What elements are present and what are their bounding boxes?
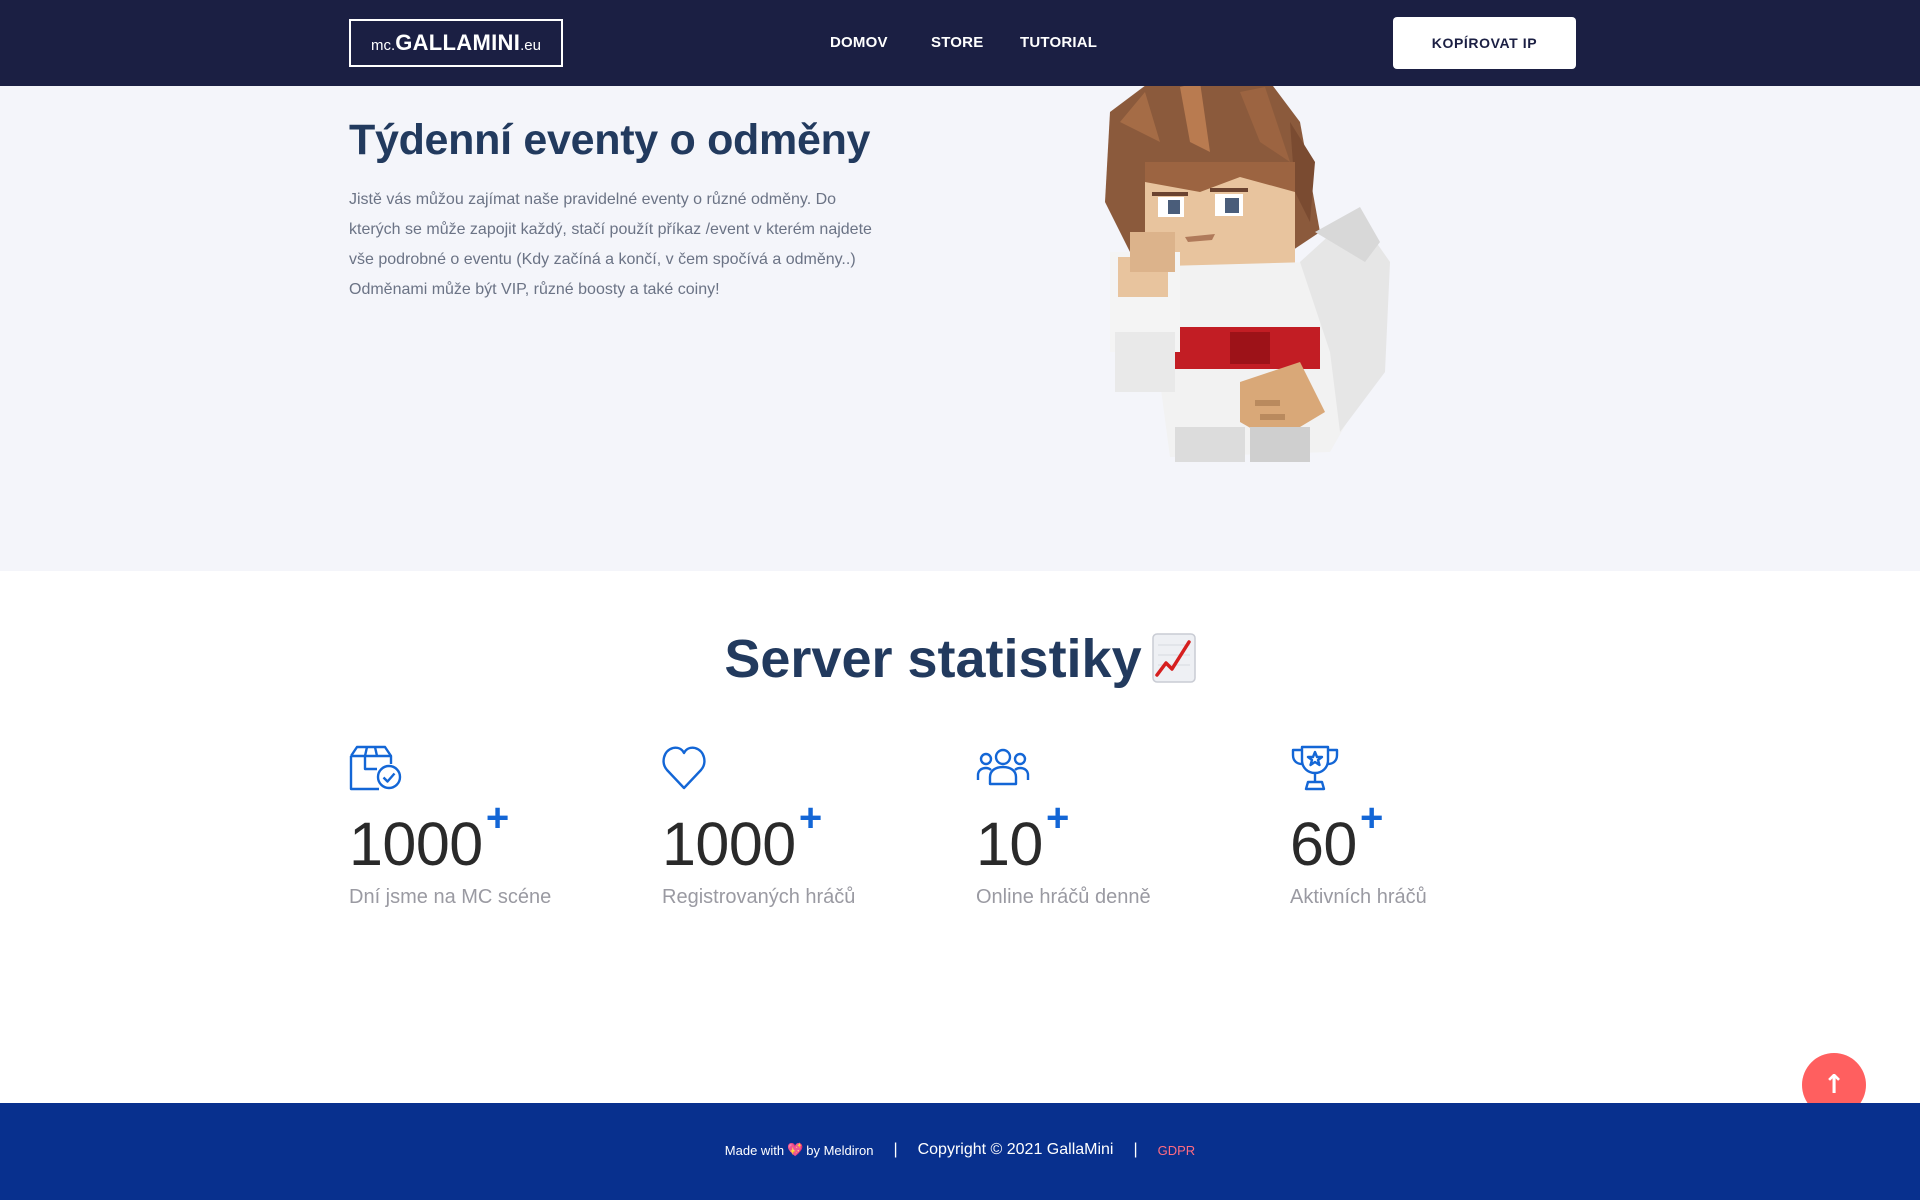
nav-link-domov[interactable]: DOMOV <box>830 34 888 51</box>
stat-days: 1000 + Dní jsme na MC scéne <box>349 744 649 909</box>
stat-days-plus: + <box>485 796 509 840</box>
footer: Made with 💖 by Meldiron | Copyright © 20… <box>0 1103 1920 1200</box>
main-nav: DOMOV STORE TUTORIAL <box>0 34 1920 54</box>
users-group-icon <box>976 748 1030 786</box>
stat-active-value: 60 + <box>1290 798 1383 875</box>
stat-online-plus: + <box>1046 796 1069 840</box>
stat-registered: 1000 + Registrovaných hráčů <box>662 744 962 909</box>
stat-registered-value: 1000 + <box>662 798 822 875</box>
navbar: mc. GALLAMINI .eu DOMOV STORE TUTORIAL KOP… <box>0 0 1920 86</box>
footer-made-with: Made with <box>724 1142 785 1158</box>
minecraft-character-image <box>1105 82 1390 462</box>
stat-active-number: 60 <box>1290 810 1357 878</box>
stat-online-value: 10 + <box>976 798 1069 875</box>
box-check-icon <box>349 745 402 791</box>
stat-online: 10 + Online hráčů denně <box>976 744 1276 909</box>
nav-link-store[interactable]: STORE <box>931 34 983 51</box>
stat-days-label: Dní jsme na MC scéne <box>349 886 552 908</box>
arrow-up-icon: ↑ <box>1823 1070 1845 1100</box>
stat-active-label: Aktivních hráčů <box>1290 886 1427 908</box>
chart-increasing-emoji-icon <box>1151 633 1196 683</box>
stat-days-value: 1000 + <box>349 798 509 875</box>
footer-author-link[interactable]: by Meldiron <box>806 1143 873 1158</box>
stat-active-plus: + <box>1360 796 1383 840</box>
footer-row: Made with 💖 by Meldiron | Copyright © 20… <box>0 1141 1920 1159</box>
events-title: Týdenní eventy o odměny <box>349 116 871 164</box>
stat-active: 60 + Aktivních hráčů <box>1290 744 1590 909</box>
stat-online-number: 10 <box>976 810 1043 878</box>
footer-copyright: Copyright © 2021 GallaMini <box>917 1141 1114 1158</box>
events-section: Týdenní eventy o odměny Jistě vás můžou … <box>0 82 1920 571</box>
trophy-icon <box>1291 745 1339 791</box>
heart-icon <box>662 746 706 790</box>
nav-link-tutorial[interactable]: TUTORIAL <box>1020 34 1097 51</box>
stat-online-label: Online hráčů denně <box>976 886 1151 908</box>
footer-separator: | <box>1133 1141 1138 1158</box>
copy-ip-button[interactable]: KOPÍROVAT IP <box>1393 17 1576 69</box>
events-description: Jistě vás můžou zajímat naše pravidelné … <box>349 191 872 298</box>
stats-title: Server statistiky <box>0 628 1920 690</box>
heart-emoji-icon: 💖 <box>787 1142 804 1157</box>
stats-title-text: Server statistiky <box>724 629 1142 689</box>
footer-gdpr-link[interactable]: GDPR <box>1158 1143 1196 1158</box>
footer-separator: | <box>893 1141 898 1158</box>
stat-registered-label: Registrovaných hráčů <box>662 886 856 908</box>
stat-days-number: 1000 <box>349 810 483 878</box>
stat-registered-plus: + <box>798 796 822 840</box>
stat-registered-number: 1000 <box>662 810 796 878</box>
